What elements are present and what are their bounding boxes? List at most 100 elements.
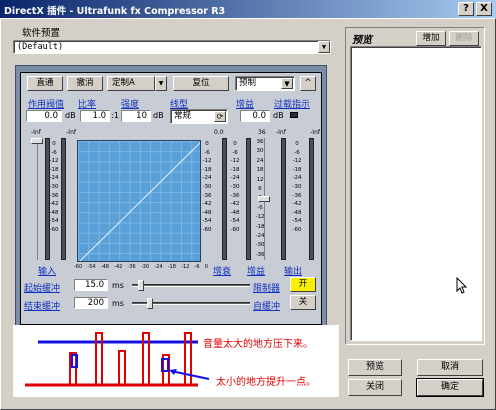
title-bar: DirectX 插件 - Ultrafunk fx Compressor R3: [0, 0, 496, 18]
preset-dropdown[interactable]: 预制 ▼: [235, 76, 295, 91]
output-scale: 0 -6 -12 -18 -24 -30 -36 -42 -48 -54 -60: [290, 140, 304, 235]
scale-tick: -30: [292, 183, 302, 190]
collapse-button[interactable]: ^: [300, 76, 316, 91]
gain-label[interactable]: 增益: [236, 97, 254, 110]
scale-tick: -24: [49, 175, 59, 182]
auto-release-toggle[interactable]: 关: [290, 295, 316, 310]
gain-unit: dB: [273, 111, 284, 120]
input-fader[interactable]: [31, 138, 43, 144]
attack-unit: ms: [112, 281, 124, 290]
ratio-label[interactable]: 比率: [78, 97, 96, 110]
scale-tick: -60: [292, 226, 302, 233]
boost-marker-1: [71, 354, 78, 368]
scale-tick: -36: [49, 192, 59, 199]
scale-tick: -24: [230, 175, 240, 182]
x-scale-tick: 0: [204, 264, 208, 270]
scale-tick: -42: [49, 201, 59, 208]
chevron-down-icon[interactable]: ▼: [281, 78, 293, 89]
transfer-curve: [79, 142, 200, 261]
preview-button[interactable]: 预览: [348, 359, 402, 376]
input-meter-right: [61, 138, 66, 260]
undo-button[interactable]: 撤消: [67, 76, 103, 91]
scale-tick: -36: [202, 192, 212, 199]
x-scale-tick: -18: [167, 264, 176, 270]
bypass-button[interactable]: 直通: [27, 76, 63, 91]
chevron-down-icon[interactable]: ▼: [318, 41, 330, 53]
release-slider-knob[interactable]: [147, 298, 153, 309]
strength-unit: dB: [153, 111, 164, 120]
x-scale-tick: -12: [181, 264, 190, 270]
scale-tick: -24: [202, 175, 212, 182]
preview-list[interactable]: [350, 46, 482, 341]
scale-tick: -6: [204, 149, 210, 156]
gain-meter-label: 增益: [247, 267, 266, 277]
input-scale: 0 -6 -12 -18 -24 -30 -36 -42 -48 -54 -60: [47, 140, 61, 235]
scale-tick: -54: [292, 218, 302, 225]
attack-input[interactable]: 15.0: [74, 279, 108, 291]
input-right-peak: -Inf: [66, 129, 76, 136]
scale-tick: 0: [205, 141, 209, 147]
attack-label[interactable]: 起始缓冲: [24, 281, 60, 294]
output-top-labels: -Inf -Inf: [276, 129, 320, 136]
output-left-peak: -Inf: [276, 129, 286, 136]
curve-value: 常规: [174, 111, 192, 121]
scale-tick: -6: [232, 149, 238, 156]
define-button[interactable]: 定制A: [107, 76, 155, 91]
curve-select[interactable]: 常规 ⟳: [170, 109, 228, 124]
reset-button[interactable]: 复位: [173, 76, 229, 91]
gain-input[interactable]: 0.0: [240, 110, 270, 122]
refresh-icon[interactable]: ⟳: [214, 111, 226, 122]
scale-tick: -36: [230, 192, 240, 199]
preset-select[interactable]: (Default) ▼: [13, 40, 331, 54]
annotation-loud: 音量太大的地方压下来。: [203, 339, 313, 350]
x-scale-tick: -60: [74, 264, 83, 270]
ok-button[interactable]: 确定: [416, 378, 484, 397]
threshold-input[interactable]: 0.0: [26, 110, 62, 122]
preset-value: (Default): [17, 42, 64, 52]
ratio-input[interactable]: 1.0: [80, 110, 110, 122]
close-dialog-button[interactable]: 关闭: [348, 379, 402, 396]
scale-tick: -54: [230, 218, 240, 225]
cancel-button[interactable]: 取消: [417, 359, 483, 376]
strength-label[interactable]: 强度: [121, 97, 139, 110]
release-unit: ms: [112, 299, 124, 308]
x-scale-tick: -6: [194, 264, 200, 270]
attack-slider-track[interactable]: [132, 284, 250, 287]
graph-top-label: 0.0: [214, 129, 224, 136]
release-label[interactable]: 结束缓冲: [24, 299, 60, 312]
attack-slider-knob[interactable]: [138, 280, 144, 291]
scale-tick: -18: [230, 166, 240, 173]
annotation-quiet: 太小的地方提升一点。: [216, 377, 316, 388]
threshold-label[interactable]: 作用阀值: [28, 97, 64, 110]
overload-label[interactable]: 过载指示: [274, 97, 310, 110]
scale-tick: -30: [230, 183, 240, 190]
gr-meter: [222, 138, 227, 260]
scale-tick: 0: [233, 141, 237, 147]
add-preview-button[interactable]: 增加: [416, 31, 446, 46]
x-scale-tick: -42: [114, 264, 123, 270]
scale-tick: -48: [202, 209, 212, 216]
x-scale-tick: -30: [140, 264, 150, 270]
define-dropdown[interactable]: ▼: [155, 76, 167, 91]
remove-preview-button[interactable]: 删除: [449, 31, 479, 46]
gr-scale: 0 -6 -12 -18 -24 -30 -36 -42 -48 -54 -60: [228, 140, 242, 235]
scale-tick: -12: [230, 158, 240, 165]
transfer-curve-graph[interactable]: [77, 140, 201, 262]
scale-tick: -60: [230, 226, 240, 233]
gain-fader[interactable]: [258, 196, 270, 202]
scale-tick: -42: [292, 201, 302, 208]
preset-label: 软件预置: [22, 28, 61, 39]
help-button[interactable]: ?: [458, 2, 474, 16]
scale-tick: -18: [292, 166, 302, 173]
limiter-toggle[interactable]: 开: [290, 277, 316, 292]
scale-tick: -6: [51, 149, 57, 156]
close-button[interactable]: X: [476, 2, 492, 16]
strength-input[interactable]: 10: [121, 110, 151, 122]
window-title: DirectX 插件 - Ultrafunk fx Compressor R3: [4, 6, 226, 17]
scale-tick: -12: [292, 158, 302, 165]
release-input[interactable]: 200: [74, 297, 108, 309]
x-scale-tick: -54: [87, 264, 96, 270]
x-scale-tick: -24: [154, 264, 163, 270]
auto-release-label: 自缓冲: [253, 302, 281, 312]
scale-tick: -30: [49, 183, 59, 190]
